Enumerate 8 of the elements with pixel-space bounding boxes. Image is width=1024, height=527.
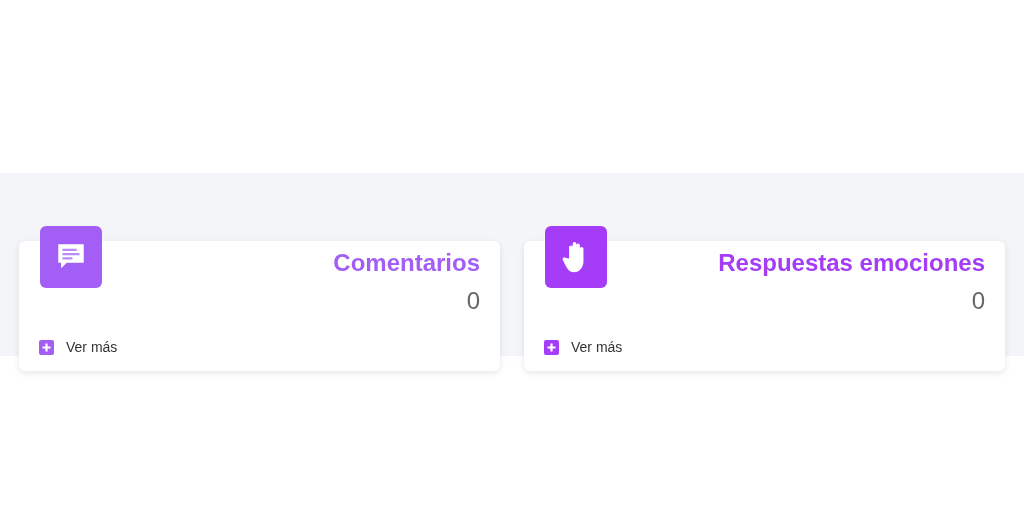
plus-icon [544,340,559,355]
card-title: Comentarios [333,249,480,276]
count-value: 0 [466,287,480,314]
count-value: 0 [971,287,985,314]
see-more-link[interactable]: Ver más [544,337,623,358]
card-title: Respuestas emociones [718,249,985,276]
see-more-link[interactable]: Ver más [39,337,118,358]
plus-icon [39,340,54,355]
